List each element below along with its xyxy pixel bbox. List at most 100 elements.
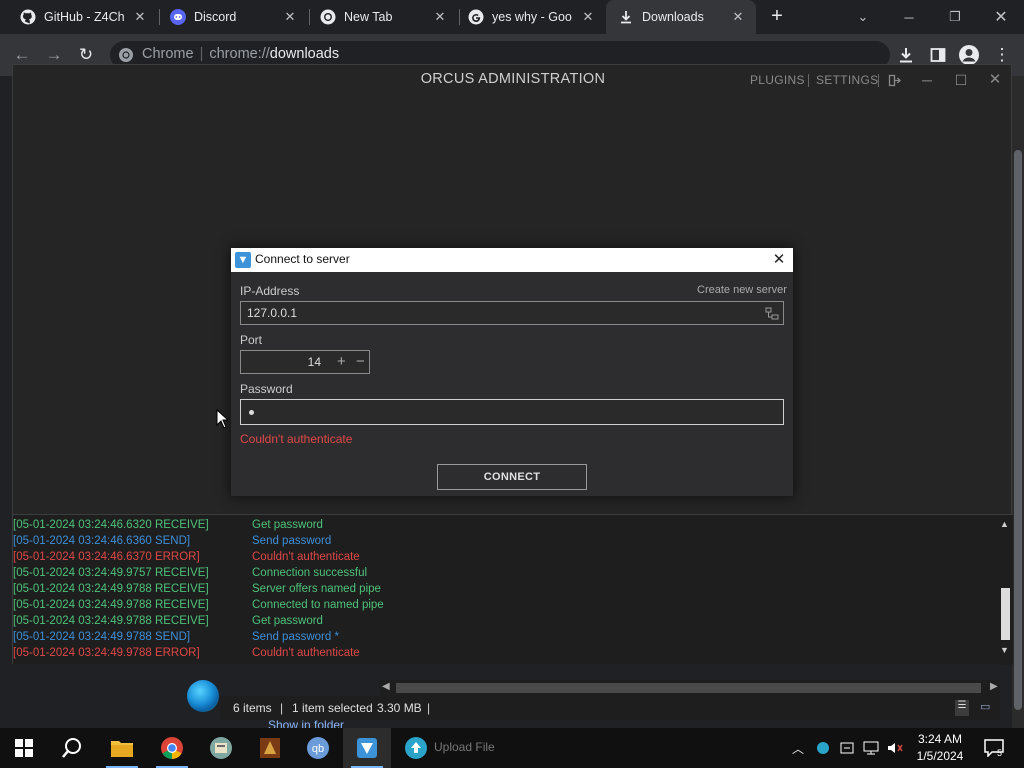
log-timestamp: [05-01-2024 03:24:49.9757 RECEIVE] (13, 567, 209, 579)
upload-app-icon (405, 737, 427, 759)
settings-menu[interactable]: SETTINGS (816, 73, 878, 87)
edge-file-icon (187, 680, 219, 712)
chrome-icon (161, 737, 183, 759)
tray-app-icon[interactable] (812, 728, 834, 768)
item-count: 6 items (233, 701, 272, 715)
port-value: 14 (307, 355, 321, 369)
tab-new-tab[interactable]: New Tab ✕ (310, 0, 458, 34)
tab-label: yes why - Goo (492, 10, 572, 24)
dialog-titlebar: ▼ Connect to server ✕ (231, 248, 793, 272)
svg-text:qb: qb (312, 743, 324, 755)
clock-date: 1/5/2024 (916, 749, 964, 763)
start-button[interactable] (0, 728, 48, 768)
ip-address-value: 127.0.0.1 (247, 306, 298, 320)
selection-size: 3.30 MB (377, 701, 422, 715)
close-icon[interactable]: ✕ (282, 9, 298, 25)
port-label: Port (240, 333, 263, 347)
close-icon[interactable]: ✕ (580, 9, 596, 25)
password-field[interactable] (240, 399, 784, 425)
close-icon[interactable]: ✕ (730, 9, 746, 25)
taskbar-orcus[interactable] (343, 728, 391, 768)
log-timestamp: [05-01-2024 03:24:49.9788 SEND] (13, 631, 191, 643)
menu-divider (808, 74, 809, 87)
log-row: [05-01-2024 03:24:46.6320 RECEIVE] Get p… (13, 517, 998, 533)
game-app-icon (260, 738, 280, 758)
log-message: Couldn't authenticate (252, 647, 360, 659)
search-button[interactable] (48, 728, 96, 768)
logout-icon[interactable] (884, 70, 904, 90)
details-view-icon[interactable]: ☰ (955, 700, 969, 716)
plus-icon[interactable]: + (337, 351, 346, 373)
github-icon (20, 9, 36, 25)
orcus-minimize-button[interactable]: ─ (917, 70, 937, 90)
taskbar-app-utility[interactable] (197, 728, 245, 768)
dialog-title: Connect to server (255, 252, 350, 266)
orcus-app-icon (357, 738, 377, 758)
restore-button[interactable]: ❐ (932, 0, 978, 34)
discord-icon (170, 9, 186, 25)
notification-center-icon[interactable]: 5 (978, 728, 1010, 768)
taskbar-chrome[interactable] (148, 728, 196, 768)
google-icon (468, 9, 484, 25)
horizontal-scrollbar-thumb[interactable] (396, 683, 981, 693)
tray-security-icon[interactable] (836, 728, 858, 768)
scroll-left-icon[interactable]: ◀ (382, 681, 390, 692)
orcus-app-icon: ▼ (235, 252, 251, 268)
tab-downloads[interactable]: Downloads ✕ (606, 0, 756, 34)
tab-github[interactable]: GitHub - Z4Ch ✕ (0, 0, 158, 34)
log-row: [05-01-2024 03:24:46.6370 ERROR] Couldn'… (13, 549, 998, 565)
taskbar-file-explorer[interactable] (98, 728, 146, 768)
taskbar-qbittorrent[interactable]: qb (294, 728, 342, 768)
minus-icon[interactable]: − (356, 351, 365, 373)
omnibox-text[interactable]: Chrome | chrome://downloads (142, 46, 339, 62)
scroll-up-icon[interactable]: ▲ (1000, 519, 1009, 529)
dialog-close-button[interactable]: ✕ (769, 250, 789, 270)
log-panel: [05-01-2024 03:24:46.6320 RECEIVE] Get p… (13, 514, 1013, 665)
omnibox-origin: Chrome (142, 46, 194, 62)
ip-address-input[interactable]: 127.0.0.1 (240, 301, 784, 325)
qbittorrent-icon: qb (307, 737, 329, 759)
log-row: [05-01-2024 03:24:49.9788 ERROR] Couldn'… (13, 645, 998, 661)
create-new-server-link[interactable]: Create new server (697, 284, 787, 296)
tab-label: GitHub - Z4Ch (44, 10, 125, 24)
auth-error-message: Couldn't authenticate (240, 432, 353, 446)
log-scrollbar-thumb[interactable] (1001, 588, 1010, 640)
log-row: [05-01-2024 03:24:49.9788 SEND] Send pas… (13, 629, 998, 645)
omnibox-url-main: downloads (269, 46, 340, 62)
close-icon[interactable]: ✕ (432, 9, 448, 25)
log-message: Send password * (252, 631, 339, 643)
plugins-menu[interactable]: PLUGINS (750, 73, 805, 87)
tab-google[interactable]: yes why - Goo ✕ (460, 0, 606, 34)
notification-count: 5 (997, 748, 1003, 758)
close-window-button[interactable]: ✕ (978, 0, 1024, 34)
new-tab-button[interactable]: + (767, 6, 787, 26)
page-scrollbar-thumb[interactable] (1014, 150, 1022, 710)
log-message: Send password (252, 535, 332, 547)
minimize-button[interactable]: ─ (886, 0, 932, 34)
network-icon[interactable] (860, 728, 882, 768)
system-clock[interactable]: 3:24 AM 1/5/2024 (905, 731, 975, 765)
large-icons-view-icon[interactable]: ▭ (980, 700, 996, 714)
utility-app-icon (210, 737, 232, 759)
port-stepper[interactable]: 14 + − (240, 350, 370, 374)
tab-discord[interactable]: Discord ✕ (160, 0, 308, 34)
log-timestamp: [05-01-2024 03:24:49.9788 RECEIVE] (13, 599, 209, 611)
selection-count: 1 item selected (292, 701, 373, 715)
tab-search-icon[interactable]: ⌄ (840, 0, 886, 34)
orcus-maximize-button[interactable]: ☐ (951, 70, 971, 90)
network-icon[interactable] (765, 307, 779, 321)
close-icon[interactable]: ✕ (132, 9, 148, 25)
log-timestamp: [05-01-2024 03:24:49.9788 ERROR] (13, 647, 200, 659)
log-row: [05-01-2024 03:24:49.9788 RECEIVE] Serve… (13, 581, 998, 597)
scroll-right-icon[interactable]: ▶ (990, 681, 998, 692)
connect-button[interactable]: CONNECT (437, 464, 587, 490)
show-hidden-icons-icon[interactable]: ︿ (788, 728, 808, 768)
taskbar-app-game[interactable] (246, 728, 294, 768)
volume-muted-icon[interactable] (884, 728, 906, 768)
scroll-down-icon[interactable]: ▼ (1000, 645, 1009, 655)
taskbar-upload-app[interactable] (392, 728, 440, 768)
orcus-close-button[interactable]: ✕ (985, 70, 1005, 90)
ghost-upload-label: Upload File (434, 740, 495, 754)
log-timestamp: [05-01-2024 03:24:46.6320 RECEIVE] (13, 519, 209, 531)
log-row: [05-01-2024 03:24:49.9757 RECEIVE] Conne… (13, 565, 998, 581)
